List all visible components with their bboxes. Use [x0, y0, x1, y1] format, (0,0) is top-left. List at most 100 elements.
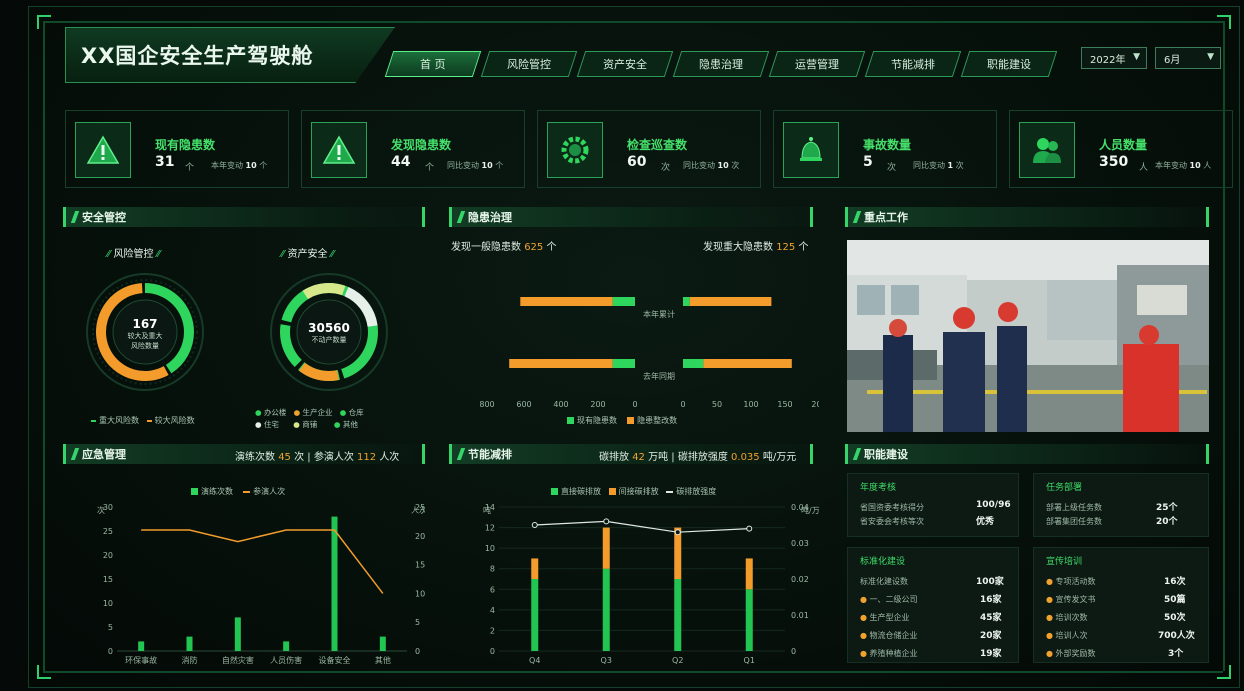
- kpi-change-label: 同比变动: [447, 161, 479, 170]
- risk-subtitle-text: 风险管控: [113, 249, 154, 260]
- tab-functions[interactable]: 职能建设: [960, 51, 1058, 77]
- legend-label: 商铺: [302, 420, 318, 429]
- direct-emission-bar: [602, 568, 610, 651]
- legend-label: 生产企业: [302, 408, 333, 417]
- summary-unit: 个: [798, 242, 809, 253]
- legend-label: 较大风险数: [154, 416, 195, 425]
- legend-swatch: [91, 419, 96, 422]
- direct-emission-bar: [745, 589, 753, 651]
- tab-hazard[interactable]: 隐患治理: [672, 51, 770, 77]
- kpi-change: 本年变动 10 人: [1155, 160, 1211, 171]
- card-row-value: 3个: [1168, 649, 1184, 659]
- kpi-label: 人员数量: [1099, 138, 1148, 152]
- hazard-right-tick: 0: [680, 400, 685, 409]
- summary-value: 112: [357, 452, 377, 463]
- y-tick-left: 12: [485, 524, 495, 533]
- card-row-label: 省国资委考核得分: [860, 503, 924, 512]
- kpi-change-value: 10: [1189, 161, 1201, 170]
- hazard-right-tick: 150: [777, 400, 792, 409]
- card-task-deployment: 任务部署 部署上级任务数 25个 部署集团任务数 20个: [1033, 473, 1209, 537]
- x-tick-label: 人员伤害: [270, 655, 302, 665]
- hazard-left-tick: 800: [479, 400, 494, 409]
- frame-bottom-line: [43, 671, 1223, 673]
- bullet-dot: ●: [860, 595, 867, 604]
- kpi-unit: 个: [185, 163, 195, 173]
- tab-risk[interactable]: 风险管控: [480, 51, 578, 77]
- warning-icon: [75, 122, 131, 178]
- kpi-value: 44: [391, 154, 411, 170]
- card-row-value: 20个: [1156, 517, 1178, 527]
- card-row-label: 培训人次: [1055, 631, 1088, 640]
- asset-value: 30560: [308, 321, 350, 335]
- hazard-left-tick: 0: [632, 400, 637, 409]
- card-row: ● 生产型企业: [860, 612, 910, 623]
- tab-asset[interactable]: 资产安全: [576, 51, 674, 77]
- y-tick-right: 0.04: [791, 503, 809, 512]
- header-slash: [456, 211, 466, 223]
- tab-label: 隐患治理: [699, 58, 743, 71]
- card-title: 标准化建设: [860, 557, 906, 567]
- asset-caption: 不动产数量: [311, 336, 347, 344]
- tab-label: 节能减排: [891, 58, 935, 71]
- indirect-emission-bar: [745, 558, 753, 590]
- legend-swatch: [567, 417, 574, 424]
- header-endcap: [1206, 207, 1209, 227]
- tab-label: 风险管控: [507, 58, 551, 71]
- kpi-card-existing-hazards: 现有隐患数 31 个 本年变动 10 个: [65, 110, 289, 188]
- intensity-point: [674, 529, 681, 536]
- summary-unit: 吨/万元: [762, 452, 797, 463]
- y-tick-left: 20: [103, 551, 113, 560]
- hazard-bar-general-rectified: [520, 297, 613, 306]
- tab-energy[interactable]: 节能减排: [864, 51, 962, 77]
- y-tick-right: 0: [791, 647, 796, 656]
- hazard-right-tick: 200: [811, 400, 819, 409]
- y-tick-left: 10: [485, 544, 495, 553]
- drill-count-bar: [283, 641, 290, 651]
- y-tick-left: 5: [108, 623, 113, 632]
- summary-label: 参演人次: [313, 452, 354, 463]
- x-tick-label: 自然灾害: [222, 655, 254, 665]
- dashboard-screen: XX国企安全生产驾驶舱 首 页 风险管控 资产安全 隐患治理 运营管理 节能减排…: [28, 6, 1240, 688]
- legend-swatch: [627, 417, 635, 424]
- y-tick-right: 20: [415, 532, 425, 541]
- card-row-label: 专项活动数: [1055, 577, 1096, 586]
- panel-title: 重点工作: [864, 211, 908, 224]
- kpi-value: 350: [1099, 154, 1129, 170]
- panel-title: 安全管控: [82, 211, 126, 224]
- tab-operation[interactable]: 运营管理: [768, 51, 866, 77]
- hazard-left-tick: 400: [553, 400, 568, 409]
- card-row-label: 生产型企业: [869, 613, 910, 622]
- card-row: ● 培训人次: [1046, 630, 1088, 641]
- asset-legend-row: ● 办公楼 ● 生产企业 ● 仓库: [255, 408, 364, 417]
- main-nav: 首 页 风险管控 资产安全 隐患治理 运营管理 节能减排 职能建设: [384, 51, 1058, 77]
- asset-legend-row: ● 住宅 ● 商铺 ● 其他: [255, 420, 358, 429]
- header-endcap: [1206, 444, 1209, 464]
- header-slash: [70, 448, 80, 460]
- tab-home[interactable]: 首 页: [384, 51, 482, 77]
- card-row-value: 25个: [1156, 503, 1178, 513]
- page-title: XX国企安全生产驾驶舱: [81, 44, 314, 68]
- y-tick-left: 6: [490, 585, 495, 594]
- bullet-dot: ●: [1046, 613, 1053, 622]
- y-tick-left: 0: [108, 647, 113, 656]
- header-slash: [456, 448, 466, 460]
- legend-swatch: [551, 488, 558, 495]
- y-tick-right: 5: [415, 618, 420, 627]
- y-tick-right: 10: [415, 589, 425, 598]
- y-tick-left: 25: [103, 527, 113, 536]
- summary-label: 演练次数: [235, 452, 275, 463]
- hazard-bar-general-existing: [612, 297, 635, 306]
- card-row-value: 100家: [976, 577, 1004, 587]
- risk-value: 167: [132, 317, 158, 331]
- summary-unit: 次: [294, 452, 305, 463]
- panel-title: 职能建设: [864, 448, 908, 461]
- year-select[interactable]: 2022年 ▼: [1081, 47, 1147, 69]
- summary-label: 碳排放: [599, 452, 629, 463]
- frame-corner: [1217, 15, 1231, 29]
- card-row-value: 50篇: [1164, 595, 1186, 605]
- indirect-emission-bar: [674, 527, 682, 579]
- kpi-change-unit: 个: [259, 161, 268, 170]
- month-select[interactable]: 6月 ▼: [1155, 47, 1221, 69]
- y-tick-left: 15: [103, 575, 113, 584]
- y-tick-right: 0.01: [791, 611, 809, 620]
